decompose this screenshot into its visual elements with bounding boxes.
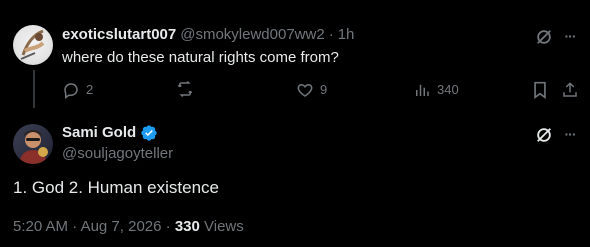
main-header: Sami Gold [62,123,158,143]
like-button[interactable]: 9 [296,80,327,100]
like-count: 9 [320,82,328,97]
tweet-time[interactable]: 5:20 AM [13,218,68,235]
reply-text: where do these natural rights come from? [62,49,339,66]
views-count: 340 [437,82,459,97]
main-avatar[interactable] [13,124,53,164]
grok-icon[interactable] [533,124,555,146]
reply-more-icon[interactable]: ··· [560,26,580,46]
thread-connector [33,70,35,108]
avatar-illustration [19,130,48,164]
tweet-date[interactable]: Aug 7, 2026 [81,218,162,235]
verified-badge-icon[interactable] [140,124,158,142]
meta-separator: · [165,218,171,235]
reply-handle[interactable]: @smokylewd007ww2 [180,25,324,45]
tweet-meta: 5:20 AM · Aug 7, 2026 · 330 Views [13,217,244,237]
reply-separator: · [328,26,334,43]
reply-avatar[interactable] [13,25,53,65]
meta-separator: · [72,218,78,235]
main-more-icon[interactable]: ··· [560,124,580,144]
main-display-name[interactable]: Sami Gold [62,123,136,143]
bookmark-button[interactable] [530,80,550,100]
reply-display-name[interactable]: exoticslutart007 [62,25,176,45]
main-tweet-text: 1. God 2. Human existence [13,178,220,197]
main-handle[interactable]: @souljagoyteller [62,144,173,164]
bookmark-icon [534,81,546,99]
repost-icon [177,80,193,98]
share-icon [563,82,577,97]
repost-button[interactable] [175,80,201,98]
tweet-views-count: 330 [174,218,200,235]
reply-time[interactable]: 1h [338,25,355,45]
reply-button[interactable]: 2 [62,80,93,100]
analytics-icon [416,84,429,96]
grok-icon[interactable] [533,26,555,48]
avatar-illustration [20,29,45,60]
reply-header: exoticslutart007 @smokylewd007ww2 · 1h [62,25,354,45]
reply-count: 2 [86,82,94,97]
views-button[interactable]: 340 [413,80,459,100]
comment-icon [64,83,78,99]
tweet-views-label: Views [204,218,244,235]
heart-icon [297,83,313,97]
share-button[interactable] [560,80,580,100]
